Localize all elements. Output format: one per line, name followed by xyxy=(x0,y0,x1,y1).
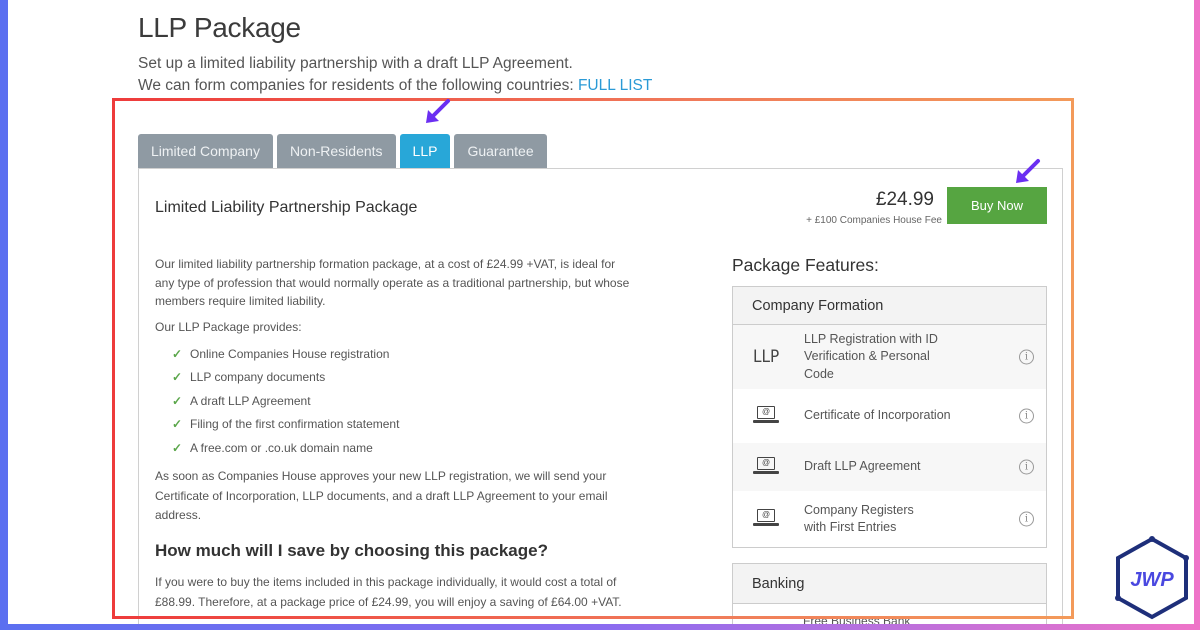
package-price: £24.99 xyxy=(875,189,934,210)
savings-heading: How much will I save by choosing this pa… xyxy=(155,541,548,560)
company-formation-box: Company Formation LLP LLP Registration w… xyxy=(732,286,1047,548)
provides-list: ✓ Online Companies House registration ✓ LL… xyxy=(172,347,399,464)
approval-text: As soon as Companies House approves your… xyxy=(155,469,608,522)
laptop-icon: @ xyxy=(753,509,779,529)
list-item: ✓ Filing of the first confirmation statem… xyxy=(172,417,399,440)
check-icon: ✓ xyxy=(172,393,183,408)
list-item: ✓ A draft LLP Agreement xyxy=(172,394,399,417)
list-item-label: Filing of the first confirmation stateme… xyxy=(190,417,400,432)
info-icon[interactable]: i xyxy=(1019,459,1034,475)
banking-item: Free Business Bank xyxy=(803,614,911,624)
tab-llp[interactable]: LLP xyxy=(399,134,451,168)
info-icon[interactable]: i xyxy=(1019,408,1034,424)
feature-row: @ Company Registers with First Entries i xyxy=(733,491,1046,547)
companies-house-fee: + £100 Companies House Fee xyxy=(806,215,942,226)
jwp-logo-icon: JWP xyxy=(1115,536,1189,620)
tab-limited-company[interactable]: Limited Company xyxy=(138,134,273,168)
check-icon: ✓ xyxy=(172,347,183,361)
package-panel: Limited Liability Partnership Package £2… xyxy=(138,168,1063,624)
laptop-icon: @ xyxy=(753,406,779,426)
tab-non-residents[interactable]: Non-Residents xyxy=(276,134,396,168)
info-icon[interactable]: i xyxy=(1019,349,1034,365)
feature-row: LLP LLP Registration with ID Verificatio… xyxy=(733,325,1046,389)
llp-text-icon: LLP xyxy=(753,347,780,367)
svg-text:JWP: JWP xyxy=(1130,569,1174,591)
feature-label: LLP Registration with ID Verification & … xyxy=(804,331,938,381)
page-canvas: LLP Package Set up a limited liability p… xyxy=(8,0,1194,624)
page-title: LLP Package xyxy=(138,12,301,43)
check-icon: ✓ xyxy=(172,417,183,432)
laptop-icon: @ xyxy=(753,457,779,477)
list-item-label: Online Companies House registration xyxy=(190,347,390,361)
list-item: ✓ A free.com or .co.uk domain name xyxy=(172,441,399,464)
list-item: ✓ LLP company documents xyxy=(172,370,399,393)
features-heading: Package Features: xyxy=(732,255,879,275)
list-item-label: A draft LLP Agreement xyxy=(190,393,311,408)
list-item: ✓ Online Companies House registration xyxy=(172,347,399,370)
full-list-link[interactable]: FULL LIST xyxy=(578,77,652,94)
feature-label: Certificate of Incorporation xyxy=(804,408,951,423)
provides-label: Our LLP Package provides: xyxy=(155,320,302,334)
buy-now-button[interactable]: Buy Now xyxy=(947,187,1047,224)
list-item-label: A free.com or .co.uk domain name xyxy=(190,440,373,455)
countries-text: We can form companies for residents of t… xyxy=(138,77,574,94)
banking-box: Banking Free Business Bank xyxy=(732,563,1047,624)
feature-row: @ Draft LLP Agreement i xyxy=(733,443,1046,491)
check-icon: ✓ xyxy=(172,370,183,385)
annotation-arrow-icon xyxy=(426,99,450,123)
annotation-arrow-icon xyxy=(1016,159,1040,183)
package-description: Our limited liability partnership format… xyxy=(155,257,630,308)
info-icon[interactable]: i xyxy=(1019,511,1034,527)
banking-title: Banking xyxy=(733,564,1046,604)
package-tabs: Limited Company Non-Residents LLP Guaran… xyxy=(138,134,547,168)
countries-line: We can form companies for residents of t… xyxy=(138,77,652,95)
tab-guarantee[interactable]: Guarantee xyxy=(454,134,547,168)
savings-text: If you were to buy the items included in… xyxy=(155,575,622,609)
feature-row: @ Certificate of Incorporation i xyxy=(733,389,1046,443)
feature-label: Draft LLP Agreement xyxy=(804,459,921,474)
company-formation-title: Company Formation xyxy=(733,287,1046,325)
list-item-label: LLP company documents xyxy=(190,370,326,385)
feature-label: Company Registers with First Entries xyxy=(804,502,914,535)
package-title: Limited Liability Partnership Package xyxy=(155,199,418,216)
check-icon: ✓ xyxy=(172,440,183,455)
page-subtitle: Set up a limited liability partnership w… xyxy=(138,55,573,72)
